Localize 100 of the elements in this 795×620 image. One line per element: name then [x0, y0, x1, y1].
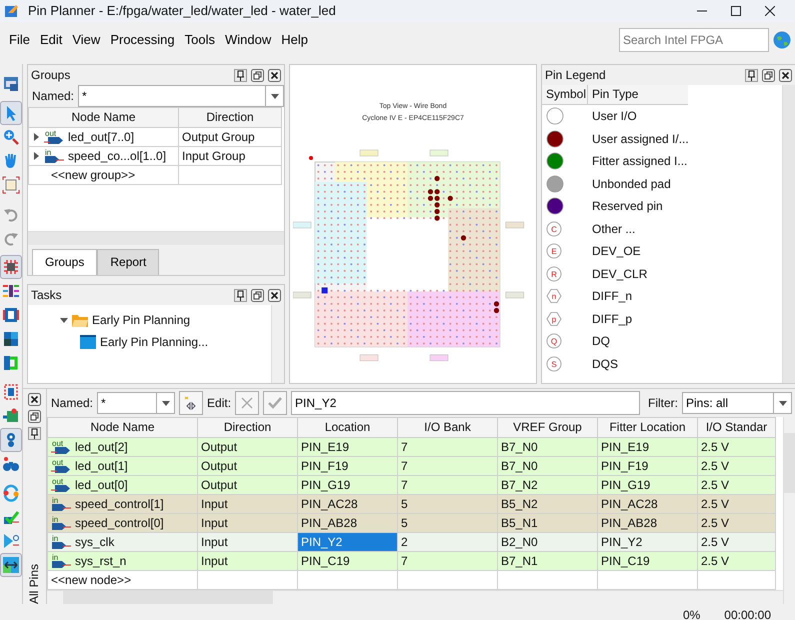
task-item[interactable]: Early Pin Planning...: [100, 334, 208, 350]
panel-title: Pin Legend: [545, 68, 607, 82]
table-row[interactable]: out led_out[1] Output PIN_F19 7 B7_N0 PIN_F19 2.5 V: [48, 456, 776, 476]
table-cell: PIN_Y2: [298, 532, 398, 552]
vertical-scrollbar[interactable]: [784, 433, 795, 493]
menu-item[interactable]: Tools: [180, 30, 220, 50]
pin-symbol-icon: [546, 152, 564, 170]
close-button[interactable]: [268, 68, 281, 82]
task-item[interactable]: Early Pin Planning: [92, 312, 190, 328]
float-button[interactable]: [251, 68, 264, 82]
expand-arrow-icon[interactable]: [60, 316, 68, 324]
named-combo[interactable]: *: [78, 85, 265, 107]
table-cell: PIN_C19: [598, 552, 698, 570]
column-header[interactable]: Node Name: [28, 108, 178, 128]
dropdown-button[interactable]: [773, 392, 792, 414]
node-name: led_out[1]: [75, 458, 128, 474]
pin-button[interactable]: [234, 288, 247, 302]
pin-type-label: DEV_CLR: [592, 266, 648, 281]
task-icon: [80, 335, 96, 349]
pin-button[interactable]: [745, 68, 758, 82]
node-name: speed_co...ol[1..0]: [68, 148, 166, 164]
table-cell: B7_N0: [498, 456, 598, 476]
table-row[interactable]: in speed_control[1] Input PIN_AC28 5 B5_N2 PIN_AC28 2.5 V: [48, 494, 776, 514]
pin-button[interactable]: [234, 68, 247, 82]
close-button[interactable]: [28, 393, 41, 406]
close-icon[interactable]: [765, 6, 775, 16]
column-header[interactable]: Direction: [178, 108, 282, 128]
table-row[interactable]: in speed_control[0] Input PIN_AB28 5 B5_N1 PIN_AB28 2.5 V: [48, 514, 776, 532]
table-cell: 7: [398, 552, 498, 570]
column-header[interactable]: I/O Standar: [698, 418, 776, 438]
circle-symbol-icon: S: [546, 356, 562, 372]
column-header[interactable]: I/O Bank: [398, 418, 498, 438]
table-cell: B7_N0: [498, 438, 598, 456]
vertical-scrollbar[interactable]: [271, 305, 284, 383]
expand-arrow-icon[interactable]: [32, 133, 40, 141]
pin-type-label: Reserved pin: [592, 199, 663, 214]
vertical-scrollbar[interactable]: [783, 85, 795, 383]
close-button[interactable]: [268, 288, 281, 302]
pin-button[interactable]: [28, 427, 41, 440]
float-button[interactable]: [762, 68, 775, 82]
menu-item[interactable]: File: [4, 30, 35, 50]
node-name: speed_control[1]: [75, 496, 164, 512]
dropdown-button[interactable]: [265, 85, 284, 107]
table-cell: Input Group: [178, 146, 282, 166]
pin-type-label: User assigned I/...: [592, 132, 689, 146]
caret-icon[interactable]: [778, 400, 786, 406]
table-cell: 2.5 V: [698, 456, 776, 476]
table-cell: PIN_G19: [598, 476, 698, 494]
table-cell: B7_N2: [498, 476, 598, 494]
pin-type-label: DQS: [592, 356, 618, 371]
panel-tab[interactable]: All Pins: [27, 560, 42, 604]
float-button[interactable]: [251, 288, 264, 302]
column-header[interactable]: Node Name: [48, 418, 198, 438]
float-button[interactable]: [28, 410, 41, 423]
table-cell: PIN_F19: [298, 456, 398, 476]
column-header[interactable]: Location: [298, 418, 398, 438]
table-cell: 7: [398, 456, 498, 476]
horizontal-scrollbar[interactable]: [28, 232, 284, 245]
horizontal-scrollbar[interactable]: [63, 591, 273, 604]
table-cell: 5: [398, 514, 498, 532]
dropdown-button[interactable]: [156, 392, 176, 414]
edit-field[interactable]: PIN_Y2: [291, 391, 640, 415]
column-header[interactable]: Fitter Location: [598, 418, 698, 438]
menu-item[interactable]: Window: [220, 30, 276, 50]
table-cell: 2: [398, 532, 498, 552]
menu-item[interactable]: Processing: [105, 30, 180, 50]
column-header[interactable]: Direction: [198, 418, 298, 438]
panel-tab[interactable]: Report: [97, 249, 160, 275]
table-cell: PIN_E19: [298, 438, 398, 456]
table-cell: Input: [198, 552, 298, 570]
caret-icon[interactable]: [270, 94, 278, 98]
pin-type-label: User I/O: [592, 109, 637, 124]
table-cell: PIN_AC28: [598, 494, 698, 514]
filter-label: Filter:: [648, 396, 678, 410]
expand-names-button[interactable]: [179, 391, 204, 415]
filter-combo[interactable]: Pins: all: [682, 392, 773, 414]
panel-tab[interactable]: Groups: [32, 249, 98, 275]
close-button[interactable]: [779, 68, 792, 82]
named-label: Named:: [31, 88, 76, 104]
column-header[interactable]: Pin Type: [588, 85, 688, 105]
table-row[interactable]: out led_out[0] Output PIN_G19 7 B7_N2 PIN_G19 2.5 V: [48, 476, 776, 494]
table-row[interactable]: in sys_rst_n Input PIN_C19 7 B7_N1 PIN_C19 2.5 V: [48, 552, 776, 570]
column-header[interactable]: Symbol: [542, 85, 588, 105]
expand-arrow-icon[interactable]: [32, 152, 40, 160]
search-field[interactable]: Search Intel FPGA: [619, 28, 769, 52]
menu-item[interactable]: Help: [276, 30, 313, 50]
globe-icon[interactable]: [773, 31, 791, 49]
table-cell: Input: [198, 514, 298, 532]
menu-item[interactable]: Edit: [34, 30, 68, 50]
table-cell: 7: [398, 438, 498, 456]
table-cell: B2_N0: [498, 532, 598, 552]
maximize-icon[interactable]: [731, 6, 741, 16]
new-group-entry[interactable]: <<new group>>: [28, 166, 178, 184]
table-row[interactable]: in sys_clk Input PIN_Y2 2 B2_N0 PIN_Y2 2.5 V: [48, 532, 776, 552]
named-combo[interactable]: *: [97, 392, 156, 414]
column-header[interactable]: VREF Group: [498, 418, 598, 438]
table-row[interactable]: out led_out[2] Output PIN_E19 7 B7_N0 PIN_E19 2.5 V: [48, 438, 776, 456]
table-cell: B5_N2: [498, 494, 598, 514]
caret-icon[interactable]: [162, 400, 170, 406]
menu-item[interactable]: View: [67, 30, 106, 50]
